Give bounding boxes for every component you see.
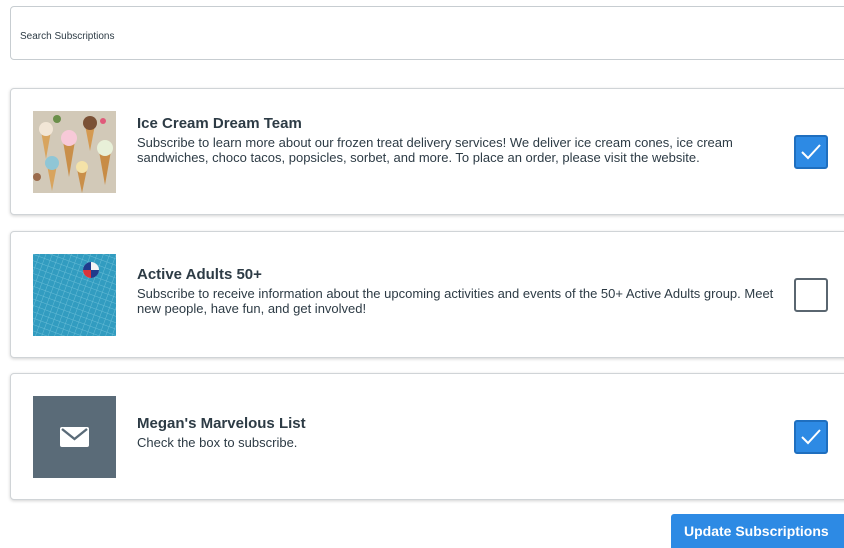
subscription-card-active-adults: Active Adults 50+ Subscribe to receive i… (10, 231, 844, 358)
card-text: Active Adults 50+ Subscribe to receive i… (137, 266, 777, 316)
search-input[interactable] (11, 7, 844, 59)
card-text: Ice Cream Dream Team Subscribe to learn … (137, 115, 777, 165)
subscription-card-megans-list: Megan's Marvelous List Check the box to … (10, 373, 844, 500)
subscription-description: Subscribe to learn more about our frozen… (137, 135, 733, 165)
subscribe-checkbox-active-adults[interactable] (794, 278, 828, 312)
pool-thumbnail (33, 254, 116, 336)
subscription-title: Ice Cream Dream Team (137, 115, 302, 132)
search-box[interactable] (10, 6, 844, 60)
subscribe-checkbox-megans-list[interactable] (794, 420, 828, 454)
envelope-icon (60, 427, 89, 447)
card-text: Megan's Marvelous List Check the box to … (137, 415, 777, 451)
subscription-description: Check the box to subscribe. (137, 435, 298, 450)
checkmark-icon (801, 144, 821, 160)
subscribe-checkbox-ice-cream[interactable] (794, 135, 828, 169)
subscription-title: Megan's Marvelous List (137, 415, 306, 432)
subscription-description: Subscribe to receive information about t… (137, 286, 774, 316)
checkmark-icon (801, 429, 821, 445)
subscription-card-ice-cream: Ice Cream Dream Team Subscribe to learn … (10, 88, 844, 215)
envelope-tile (33, 396, 116, 478)
subscription-title: Active Adults 50+ (137, 266, 262, 283)
ice-cream-thumbnail (33, 111, 116, 193)
